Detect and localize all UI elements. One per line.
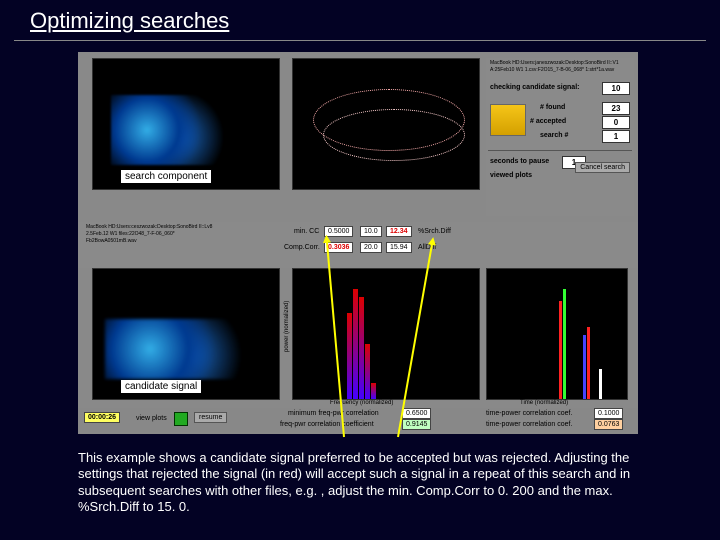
val-20: 20.0 xyxy=(360,242,382,253)
freqpwr-coef-label: freq-pwr correlation coefficient xyxy=(280,421,374,428)
spectrogram-blob xyxy=(105,319,255,379)
divider xyxy=(14,40,706,41)
viewplots-label: view plots xyxy=(136,415,167,422)
hist-bar xyxy=(353,289,358,399)
plot-candidate-spectrogram: candidate signal xyxy=(92,268,280,400)
hist-bar xyxy=(347,313,352,399)
hist-bar xyxy=(359,297,364,399)
plot-freq-histogram xyxy=(292,268,480,400)
ylabel-pwr: power (normalized) xyxy=(284,301,290,352)
spectrogram-blob xyxy=(111,95,231,165)
srchdiff-label: %Srch.Diff xyxy=(418,228,451,235)
spike xyxy=(583,335,586,399)
bird-icon xyxy=(490,104,526,136)
spike xyxy=(587,327,590,399)
searchnum-label: search # xyxy=(540,132,568,139)
path-r2: A:25Feb10 W1 1.csv:F2O15_7-B-06_068* 1:s… xyxy=(490,67,614,73)
min-cc-label: min. CC xyxy=(294,228,319,235)
found-value: 23 xyxy=(602,102,630,115)
alldiff-value: 15.94 xyxy=(386,242,412,253)
viewed-label: viewed plots xyxy=(490,172,532,179)
spike xyxy=(599,369,602,399)
plot-search-spectrogram: search component xyxy=(92,58,280,190)
mid-info-bar: MacBook HD:Users:ceszwozak:Desktop:SonoB… xyxy=(78,222,638,268)
val-10: 10.0 xyxy=(360,226,382,237)
min-freqpwr-value: 0.6500 xyxy=(402,408,431,419)
resume-button[interactable]: resume xyxy=(194,412,227,423)
accepted-value: 0 xyxy=(602,116,630,129)
cancel-search-button[interactable]: Cancel search xyxy=(575,162,630,173)
path1: MacBook HD:Users:ceszwozak:Desktop:SonoB… xyxy=(86,224,212,230)
inset-label-bottom: candidate signal xyxy=(121,380,201,393)
plot-top-center xyxy=(292,58,480,190)
path3: Fb2BowA0501mB.wav xyxy=(86,238,137,244)
caption-text: This example shows a candidate signal pr… xyxy=(78,450,642,515)
inset-label-top: search component xyxy=(121,170,211,183)
min-freqpwr-label: minimum freq-pwr correlation xyxy=(288,410,379,417)
screenshot-panel: search component MacBook HD:Users:janesz… xyxy=(78,52,638,434)
spike xyxy=(563,289,566,399)
timepwr-v2: 0.0763 xyxy=(594,419,623,430)
timepwr-l2: time-power correlation coef. xyxy=(486,421,572,428)
seconds-label: seconds to pause xyxy=(490,158,549,165)
right-info-panel: MacBook HD:Users:janeszwozak:Desktop:Son… xyxy=(486,58,634,216)
accepted-label: # accepted xyxy=(530,118,566,125)
srchdiff-value: 12.34 xyxy=(386,226,412,237)
path2: 2.5Feb.12 W1 files:22O48_7-F-06_060* xyxy=(86,231,175,237)
spike xyxy=(559,301,562,399)
compcorr-label: Comp.Corr. xyxy=(284,244,320,251)
path-r1: MacBook HD:Users:janeszwozak:Desktop:Son… xyxy=(490,60,619,66)
xlabel-time: Time (normalized) xyxy=(520,400,568,406)
check-icon[interactable] xyxy=(174,412,188,426)
checking-label: checking candidate signal: xyxy=(490,84,579,91)
divider xyxy=(488,150,632,151)
elapsed-time: 00:00:26 xyxy=(84,412,120,423)
freqpwr-coef-value: 0.9145 xyxy=(402,419,431,430)
trace-2 xyxy=(323,109,465,161)
hist-bar xyxy=(365,344,370,399)
found-label: # found xyxy=(540,104,565,111)
timepwr-v1: 0.1000 xyxy=(594,408,623,419)
searchnum-value: 1 xyxy=(602,130,630,143)
timepwr-l1: time-power correlation coef. xyxy=(486,410,572,417)
hist-bar xyxy=(371,383,376,399)
bottom-controls: 00:00:26 view plots resume minimum freq-… xyxy=(78,408,638,432)
page-title: Optimizing searches xyxy=(30,8,229,34)
plot-time-power xyxy=(486,268,628,400)
checking-value: 10 xyxy=(602,82,630,95)
